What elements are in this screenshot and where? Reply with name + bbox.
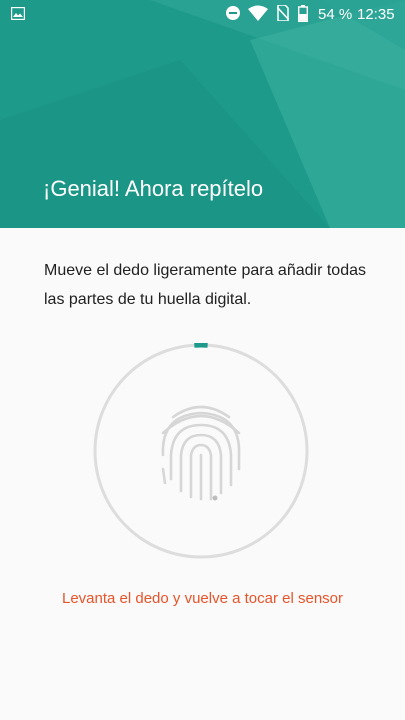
status-clock: 12:35 <box>357 6 395 23</box>
battery-icon <box>297 5 309 26</box>
status-bar: 54 % 12:35 <box>0 0 405 28</box>
sensor-indicator-dot <box>212 495 218 501</box>
header-banner: 54 % 12:35 ¡Genial! Ahora repítelo <box>0 0 405 228</box>
do-not-disturb-icon <box>225 5 241 25</box>
page-title: ¡Genial! Ahora repítelo <box>43 176 264 201</box>
progress-ring-track <box>93 343 309 559</box>
fingerprint-sensor-area <box>92 342 310 560</box>
fingerprint-icon <box>161 405 241 501</box>
error-message: Levanta el dedo y vuelve a tocar el sens… <box>61 590 343 607</box>
instruction-text: Mueve el dedo ligeramente para añadir to… <box>44 262 366 308</box>
image-notification-icon <box>10 6 26 24</box>
battery-percentage: 54 % <box>318 6 353 23</box>
wifi-icon <box>248 5 268 25</box>
no-sim-icon <box>276 4 290 25</box>
